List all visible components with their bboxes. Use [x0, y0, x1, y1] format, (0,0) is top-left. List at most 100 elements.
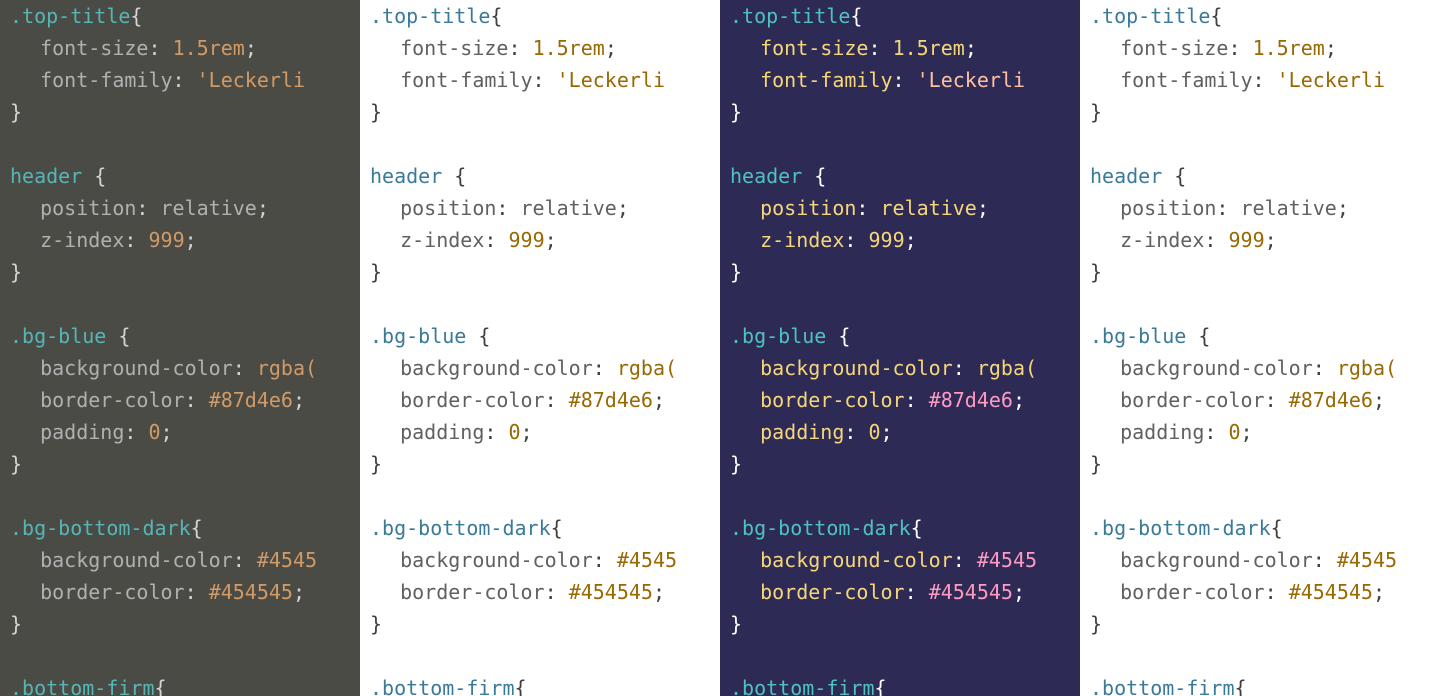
- css-declaration-line[interactable]: border-color: #454545;: [370, 576, 710, 608]
- semicolon: ;: [1373, 580, 1385, 604]
- css-selector-line[interactable]: header {: [370, 160, 710, 192]
- css-selector-line[interactable]: .top-title{: [1090, 0, 1430, 32]
- close-brace-line[interactable]: }: [730, 96, 1070, 128]
- css-declaration-line[interactable]: background-color: #4545: [370, 544, 710, 576]
- css-declaration-line[interactable]: border-color: #87d4e6;: [370, 384, 710, 416]
- css-declaration-line[interactable]: font-family: 'Leckerli: [370, 64, 710, 96]
- css-declaration-line[interactable]: padding: 0;: [10, 416, 350, 448]
- css-declaration-line[interactable]: font-size: 1.5rem;: [10, 32, 350, 64]
- close-brace-line[interactable]: }: [1090, 448, 1430, 480]
- colon: :: [496, 196, 520, 220]
- close-brace-line[interactable]: }: [370, 96, 710, 128]
- css-declaration-line[interactable]: border-color: #454545;: [10, 576, 350, 608]
- css-selector-line[interactable]: .bg-bottom-dark{: [730, 512, 1070, 544]
- close-brace: }: [370, 452, 382, 476]
- css-selector-line[interactable]: .top-title{: [10, 0, 350, 32]
- css-selector-line[interactable]: header {: [10, 160, 350, 192]
- css-declaration-line[interactable]: font-family: 'Leckerli: [10, 64, 350, 96]
- close-brace-line[interactable]: }: [1090, 608, 1430, 640]
- css-selector-line[interactable]: .bg-bottom-dark{: [370, 512, 710, 544]
- css-declaration-line[interactable]: border-color: #87d4e6;: [730, 384, 1070, 416]
- colon: :: [905, 388, 929, 412]
- css-declaration-line[interactable]: z-index: 999;: [1090, 224, 1430, 256]
- css-value: rgba(: [977, 356, 1037, 380]
- css-declaration-line[interactable]: z-index: 999;: [730, 224, 1070, 256]
- blank-line: [370, 480, 710, 512]
- css-selector-line[interactable]: .bottom-firm{: [1090, 672, 1430, 696]
- css-property: background-color: [400, 548, 593, 572]
- css-declaration-line[interactable]: font-size: 1.5rem;: [730, 32, 1070, 64]
- css-declaration-line[interactable]: font-family: 'Leckerli: [730, 64, 1070, 96]
- css-declaration-line[interactable]: background-color: rgba(: [730, 352, 1070, 384]
- css-selector-line[interactable]: .top-title{: [730, 0, 1070, 32]
- css-selector-line[interactable]: .bottom-firm{: [10, 672, 350, 696]
- css-declaration-line[interactable]: background-color: rgba(: [370, 352, 710, 384]
- close-brace-line[interactable]: }: [1090, 96, 1430, 128]
- css-selector-line[interactable]: header {: [1090, 160, 1430, 192]
- css-declaration-line[interactable]: background-color: #4545: [1090, 544, 1430, 576]
- close-brace-line[interactable]: }: [370, 448, 710, 480]
- css-selector-line[interactable]: .bottom-firm{: [370, 672, 710, 696]
- close-brace-line[interactable]: }: [1090, 256, 1430, 288]
- css-selector-line[interactable]: .bg-blue {: [730, 320, 1070, 352]
- css-declaration-line[interactable]: position: relative;: [1090, 192, 1430, 224]
- open-brace: {: [191, 516, 203, 540]
- css-declaration-line[interactable]: border-color: #87d4e6;: [1090, 384, 1430, 416]
- css-declaration-line[interactable]: font-size: 1.5rem;: [1090, 32, 1430, 64]
- css-declaration-line[interactable]: position: relative;: [370, 192, 710, 224]
- css-declaration-line[interactable]: padding: 0;: [370, 416, 710, 448]
- css-declaration-line[interactable]: border-color: #454545;: [730, 576, 1070, 608]
- blank-line: [10, 128, 350, 160]
- css-declaration-line[interactable]: position: relative;: [10, 192, 350, 224]
- css-value: #454545: [929, 580, 1013, 604]
- css-value: #87d4e6: [1289, 388, 1373, 412]
- css-selector: .bottom-firm: [370, 676, 515, 696]
- close-brace-line[interactable]: }: [370, 608, 710, 640]
- close-brace-line[interactable]: }: [10, 96, 350, 128]
- css-property: font-size: [400, 36, 508, 60]
- css-declaration-line[interactable]: z-index: 999;: [370, 224, 710, 256]
- css-value: 999: [508, 228, 544, 252]
- css-selector-line[interactable]: .bg-bottom-dark{: [1090, 512, 1430, 544]
- close-brace-line[interactable]: }: [370, 256, 710, 288]
- code-panel-theme-4[interactable]: .top-title{font-size: 1.5rem;font-family…: [1080, 0, 1440, 696]
- close-brace-line[interactable]: }: [10, 256, 350, 288]
- css-declaration-line[interactable]: padding: 0;: [1090, 416, 1430, 448]
- css-declaration-line[interactable]: background-color: #4545: [730, 544, 1070, 576]
- colon: :: [856, 196, 880, 220]
- css-selector-line[interactable]: .top-title{: [370, 0, 710, 32]
- css-declaration-line[interactable]: position: relative;: [730, 192, 1070, 224]
- css-declaration-line[interactable]: z-index: 999;: [10, 224, 350, 256]
- css-declaration-line[interactable]: padding: 0;: [730, 416, 1070, 448]
- css-declaration-line[interactable]: border-color: #454545;: [1090, 576, 1430, 608]
- close-brace-line[interactable]: }: [10, 448, 350, 480]
- colon: :: [484, 228, 508, 252]
- css-declaration-line[interactable]: font-size: 1.5rem;: [370, 32, 710, 64]
- css-selector-line[interactable]: header {: [730, 160, 1070, 192]
- code-panel-theme-2[interactable]: .top-title{font-size: 1.5rem;font-family…: [360, 0, 720, 696]
- css-declaration-line[interactable]: background-color: #4545: [10, 544, 350, 576]
- css-declaration-line[interactable]: background-color: rgba(: [10, 352, 350, 384]
- semicolon: ;: [1241, 420, 1253, 444]
- css-selector-line[interactable]: .bg-blue {: [10, 320, 350, 352]
- css-declaration-line[interactable]: border-color: #87d4e6;: [10, 384, 350, 416]
- css-selector-line[interactable]: .bg-blue {: [370, 320, 710, 352]
- code-panel-theme-1[interactable]: .top-title{font-size: 1.5rem;font-family…: [0, 0, 360, 696]
- css-selector-line[interactable]: .bg-blue {: [1090, 320, 1430, 352]
- code-panel-theme-3[interactable]: .top-title{font-size: 1.5rem;font-family…: [720, 0, 1080, 696]
- close-brace-line[interactable]: }: [730, 256, 1070, 288]
- css-declaration-line[interactable]: background-color: rgba(: [1090, 352, 1430, 384]
- css-property: border-color: [1120, 388, 1265, 412]
- close-brace-line[interactable]: }: [10, 608, 350, 640]
- css-property: border-color: [40, 580, 185, 604]
- close-brace-line[interactable]: }: [730, 608, 1070, 640]
- css-selector-line[interactable]: .bottom-firm{: [730, 672, 1070, 696]
- css-value: 999: [148, 228, 184, 252]
- close-brace-line[interactable]: }: [730, 448, 1070, 480]
- semicolon: ;: [881, 420, 893, 444]
- css-declaration-line[interactable]: font-family: 'Leckerli: [1090, 64, 1430, 96]
- css-selector: .bg-blue: [730, 324, 826, 348]
- css-selector-line[interactable]: .bg-bottom-dark{: [10, 512, 350, 544]
- blank-line: [1090, 288, 1430, 320]
- css-property: background-color: [40, 356, 233, 380]
